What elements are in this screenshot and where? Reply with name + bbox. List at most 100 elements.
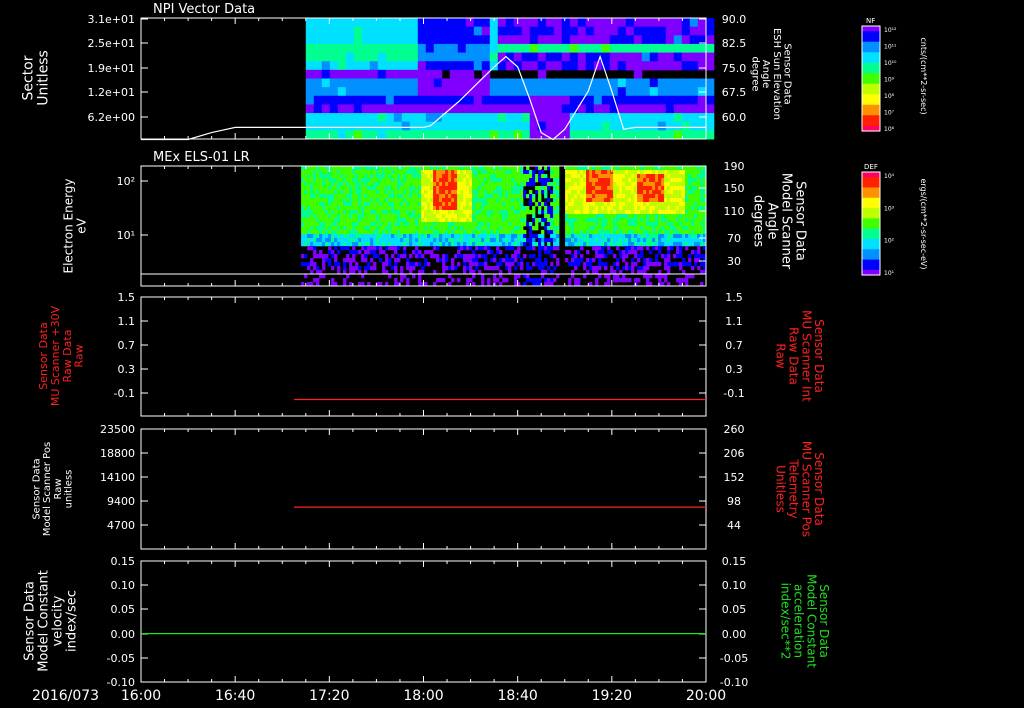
spectrogram-cell	[502, 190, 506, 195]
spectrogram-cell	[322, 194, 326, 199]
right-y-tick-label: -0.1	[723, 387, 744, 400]
spectrogram-cell	[553, 113, 563, 123]
spectrogram-cell	[373, 198, 377, 203]
spectrogram-cell	[433, 178, 437, 183]
spectrogram-cell	[325, 242, 329, 247]
spectrogram-cell	[367, 190, 371, 195]
spectrogram-cell	[329, 43, 339, 54]
spectrogram-cell	[511, 190, 515, 195]
spectrogram-cell	[535, 178, 539, 183]
spectrogram-cell	[616, 170, 620, 175]
spectrogram-cell	[430, 178, 434, 183]
spectrogram-cell	[451, 170, 455, 175]
spectrogram-cell	[649, 234, 653, 239]
spectrogram-cell	[316, 278, 320, 283]
colorbar-tick-label: 10⁶	[884, 126, 895, 133]
spectrogram-cell	[355, 166, 359, 171]
spectrogram-cell	[532, 198, 536, 203]
spectrogram-cell	[640, 194, 644, 199]
spectrogram-cell	[401, 121, 411, 131]
spectrogram-cell	[673, 43, 683, 54]
spectrogram-cell	[634, 186, 638, 191]
spectrogram-cell	[652, 174, 656, 179]
spectrogram-cell	[442, 170, 446, 175]
spectrogram-cell	[469, 198, 473, 203]
spectrogram-cell	[361, 258, 365, 263]
spectrogram-cell	[466, 178, 470, 183]
spectrogram-cell	[355, 190, 359, 195]
spectrogram-cell	[490, 198, 494, 203]
spectrogram-cell	[571, 214, 575, 219]
spectrogram-cell	[705, 43, 715, 54]
spectrogram-cell	[583, 222, 587, 227]
spectrogram-cell	[331, 238, 335, 243]
spectrogram-cell	[545, 87, 555, 97]
spectrogram-cell	[379, 214, 383, 219]
spectrogram-cell	[321, 121, 331, 131]
spectrogram-cell	[340, 174, 344, 179]
spectrogram-cell	[625, 198, 629, 203]
spectrogram-cell	[541, 262, 545, 267]
spectrogram-cell	[649, 61, 659, 71]
spectrogram-cell	[670, 246, 674, 251]
spectrogram-cell	[433, 95, 443, 105]
spectrogram-cell	[577, 262, 581, 267]
right-y-tick-label: 98	[727, 495, 741, 508]
spectrogram-cell	[529, 174, 533, 179]
spectrogram-cell	[376, 198, 380, 203]
spectrogram-cell	[514, 214, 518, 219]
spectrogram-cell	[574, 206, 578, 211]
spectrogram-cell	[694, 218, 698, 223]
spectrogram-cell	[497, 18, 507, 28]
spectrogram-cell	[382, 218, 386, 223]
spectrogram-cell	[532, 278, 536, 283]
spectrogram-cell	[550, 222, 554, 227]
spectrogram-cell	[388, 238, 392, 243]
spectrogram-cell	[401, 52, 411, 62]
spectrogram-cell	[670, 194, 674, 199]
colorbar-2-units-line: ergs/(cm**2-sr-sec-eV)	[919, 178, 928, 269]
spectrogram-cell	[490, 194, 494, 199]
spectrogram-cell	[451, 226, 455, 231]
panel-4-right-label-line: MU Scanner Pos	[799, 441, 813, 537]
spectrogram-cell	[676, 222, 680, 227]
spectrogram-cell	[489, 95, 499, 105]
spectrogram-cell	[310, 186, 314, 191]
spectrogram-cell	[449, 121, 459, 131]
spectrogram-cell	[367, 206, 371, 211]
spectrogram-cell	[370, 222, 374, 227]
spectrogram-cell	[529, 266, 533, 271]
spectrogram-cell	[417, 104, 427, 114]
spectrogram-cell	[705, 52, 715, 62]
spectrogram-cell	[445, 230, 449, 235]
spectrogram-cell	[667, 214, 671, 219]
spectrogram-cell	[565, 250, 569, 255]
spectrogram-cell	[520, 210, 524, 215]
panel-2-right-label-line: Sensor Data	[793, 181, 808, 261]
spectrogram-cell	[448, 274, 452, 279]
spectrogram-cell	[358, 194, 362, 199]
spectrogram-cell	[322, 218, 326, 223]
spectrogram-cell	[418, 230, 422, 235]
spectrogram-cell	[628, 174, 632, 179]
spectrogram-cell	[307, 266, 311, 271]
spectrogram-cell	[661, 198, 665, 203]
spectrogram-cell	[457, 95, 467, 105]
spectrogram-cell	[631, 210, 635, 215]
spectrogram-cell	[577, 210, 581, 215]
spectrogram-cell	[664, 170, 668, 175]
spectrogram-cell	[670, 210, 674, 215]
spectrogram-cell	[424, 174, 428, 179]
spectrogram-cell	[561, 61, 571, 71]
spectrogram-cell	[472, 254, 476, 259]
spectrogram-cell	[628, 214, 632, 219]
spectrogram-cell	[481, 242, 485, 247]
spectrogram-cell	[409, 242, 413, 247]
spectrogram-cell	[526, 174, 530, 179]
spectrogram-cell	[493, 254, 497, 259]
spectrogram-cell	[655, 190, 659, 195]
spectrogram-cell	[469, 206, 473, 211]
spectrogram-cell	[523, 222, 527, 227]
spectrogram-cell	[388, 274, 392, 279]
spectrogram-cell	[681, 130, 691, 140]
